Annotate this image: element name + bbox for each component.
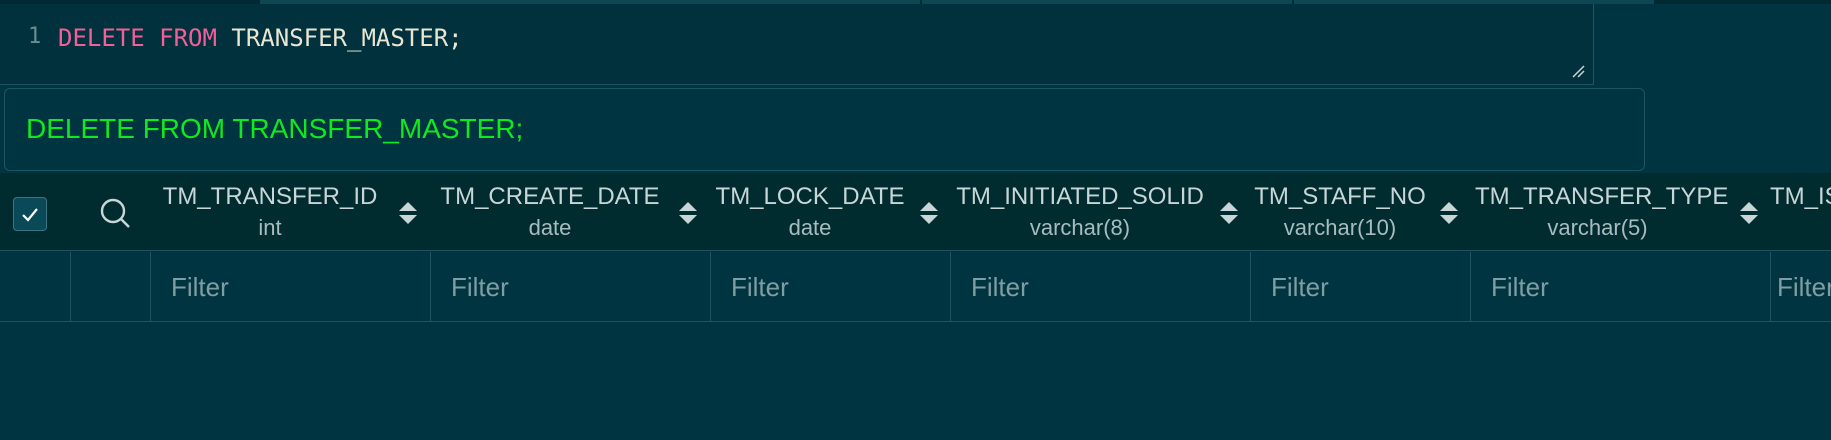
column-name: TM_INITIATED_SOLID	[956, 183, 1204, 210]
filter-cell-tm-transfer-type	[1470, 252, 1770, 322]
keyword-delete: DELETE	[58, 24, 145, 52]
sort-updown-icon[interactable]	[397, 200, 419, 226]
column-type: int	[258, 215, 282, 240]
results-grid-header: TM_TRANSFER_ID int TM_CREATE_DATE date T…	[0, 173, 1831, 251]
column-header-tm-lock-date[interactable]: TM_LOCK_DATE date	[710, 183, 910, 243]
column-header-tm-initiated-solid[interactable]: TM_INITIATED_SOLID varchar(8)	[950, 183, 1210, 243]
column-type: varchar(8)	[1029, 215, 1131, 240]
filter-input[interactable]	[971, 270, 1240, 304]
filter-input[interactable]	[731, 270, 940, 304]
search-icon[interactable]	[98, 196, 132, 230]
sort-updown-icon[interactable]	[918, 200, 940, 226]
filter-input[interactable]	[171, 270, 420, 304]
sort-updown-icon[interactable]	[1218, 200, 1240, 226]
keyword-from: FROM	[159, 24, 217, 52]
sort-updown-icon[interactable]	[1738, 200, 1760, 226]
filter-spacer-cell	[70, 252, 150, 322]
checkmark-icon	[22, 208, 38, 222]
column-header-tm-is[interactable]: TM_IS	[1770, 183, 1831, 243]
executed-query-text: DELETE FROM TRANSFER_MASTER;	[26, 113, 524, 144]
sort-updown-icon[interactable]	[677, 200, 699, 226]
line-number: 1	[28, 24, 42, 49]
column-name: TM_IS	[1770, 183, 1831, 210]
column-header-tm-transfer-type[interactable]: TM_TRANSFER_TYPE varchar(5)	[1475, 183, 1729, 243]
column-type: date	[788, 215, 832, 240]
select-all-checkbox[interactable]	[13, 197, 47, 231]
filter-cell-tm-transfer-id	[150, 252, 430, 322]
column-name: TM_LOCK_DATE	[715, 183, 905, 210]
column-name: TM_STAFF_NO	[1254, 183, 1426, 210]
column-name: TM_TRANSFER_ID	[162, 183, 378, 210]
filter-cell-tm-create-date	[430, 252, 710, 322]
sort-updown-icon[interactable]	[1438, 200, 1460, 226]
column-name: TM_TRANSFER_TYPE	[1475, 183, 1729, 210]
column-type: date	[528, 215, 572, 240]
filter-input[interactable]	[1271, 270, 1460, 304]
filter-input[interactable]	[1777, 270, 1831, 304]
table-name: TRANSFER_MASTER;	[231, 24, 463, 52]
sql-editor[interactable]: 1 DELETE FROM TRANSFER_MASTER;	[0, 4, 1594, 85]
column-header-tm-staff-no[interactable]: TM_STAFF_NO varchar(10)	[1250, 183, 1430, 243]
column-type: varchar(10)	[1283, 215, 1397, 240]
resize-handle-icon[interactable]	[1571, 64, 1585, 78]
filter-row	[0, 252, 1831, 323]
executed-query-panel: DELETE FROM TRANSFER_MASTER;	[4, 88, 1645, 171]
code-line[interactable]: DELETE FROM TRANSFER_MASTER;	[58, 24, 463, 52]
filter-cell-tm-lock-date	[710, 252, 950, 322]
column-type: varchar(5)	[1547, 215, 1648, 240]
filter-cell-tm-initiated-solid	[950, 252, 1250, 322]
column-name: TM_CREATE_DATE	[440, 183, 660, 210]
filter-cell-tm-is	[1770, 252, 1831, 322]
column-header-tm-transfer-id[interactable]: TM_TRANSFER_ID int	[150, 183, 390, 243]
filter-input[interactable]	[451, 270, 700, 304]
column-header-tm-create-date[interactable]: TM_CREATE_DATE date	[430, 183, 670, 243]
filter-input[interactable]	[1491, 270, 1760, 304]
filter-cell-tm-staff-no	[1250, 252, 1470, 322]
